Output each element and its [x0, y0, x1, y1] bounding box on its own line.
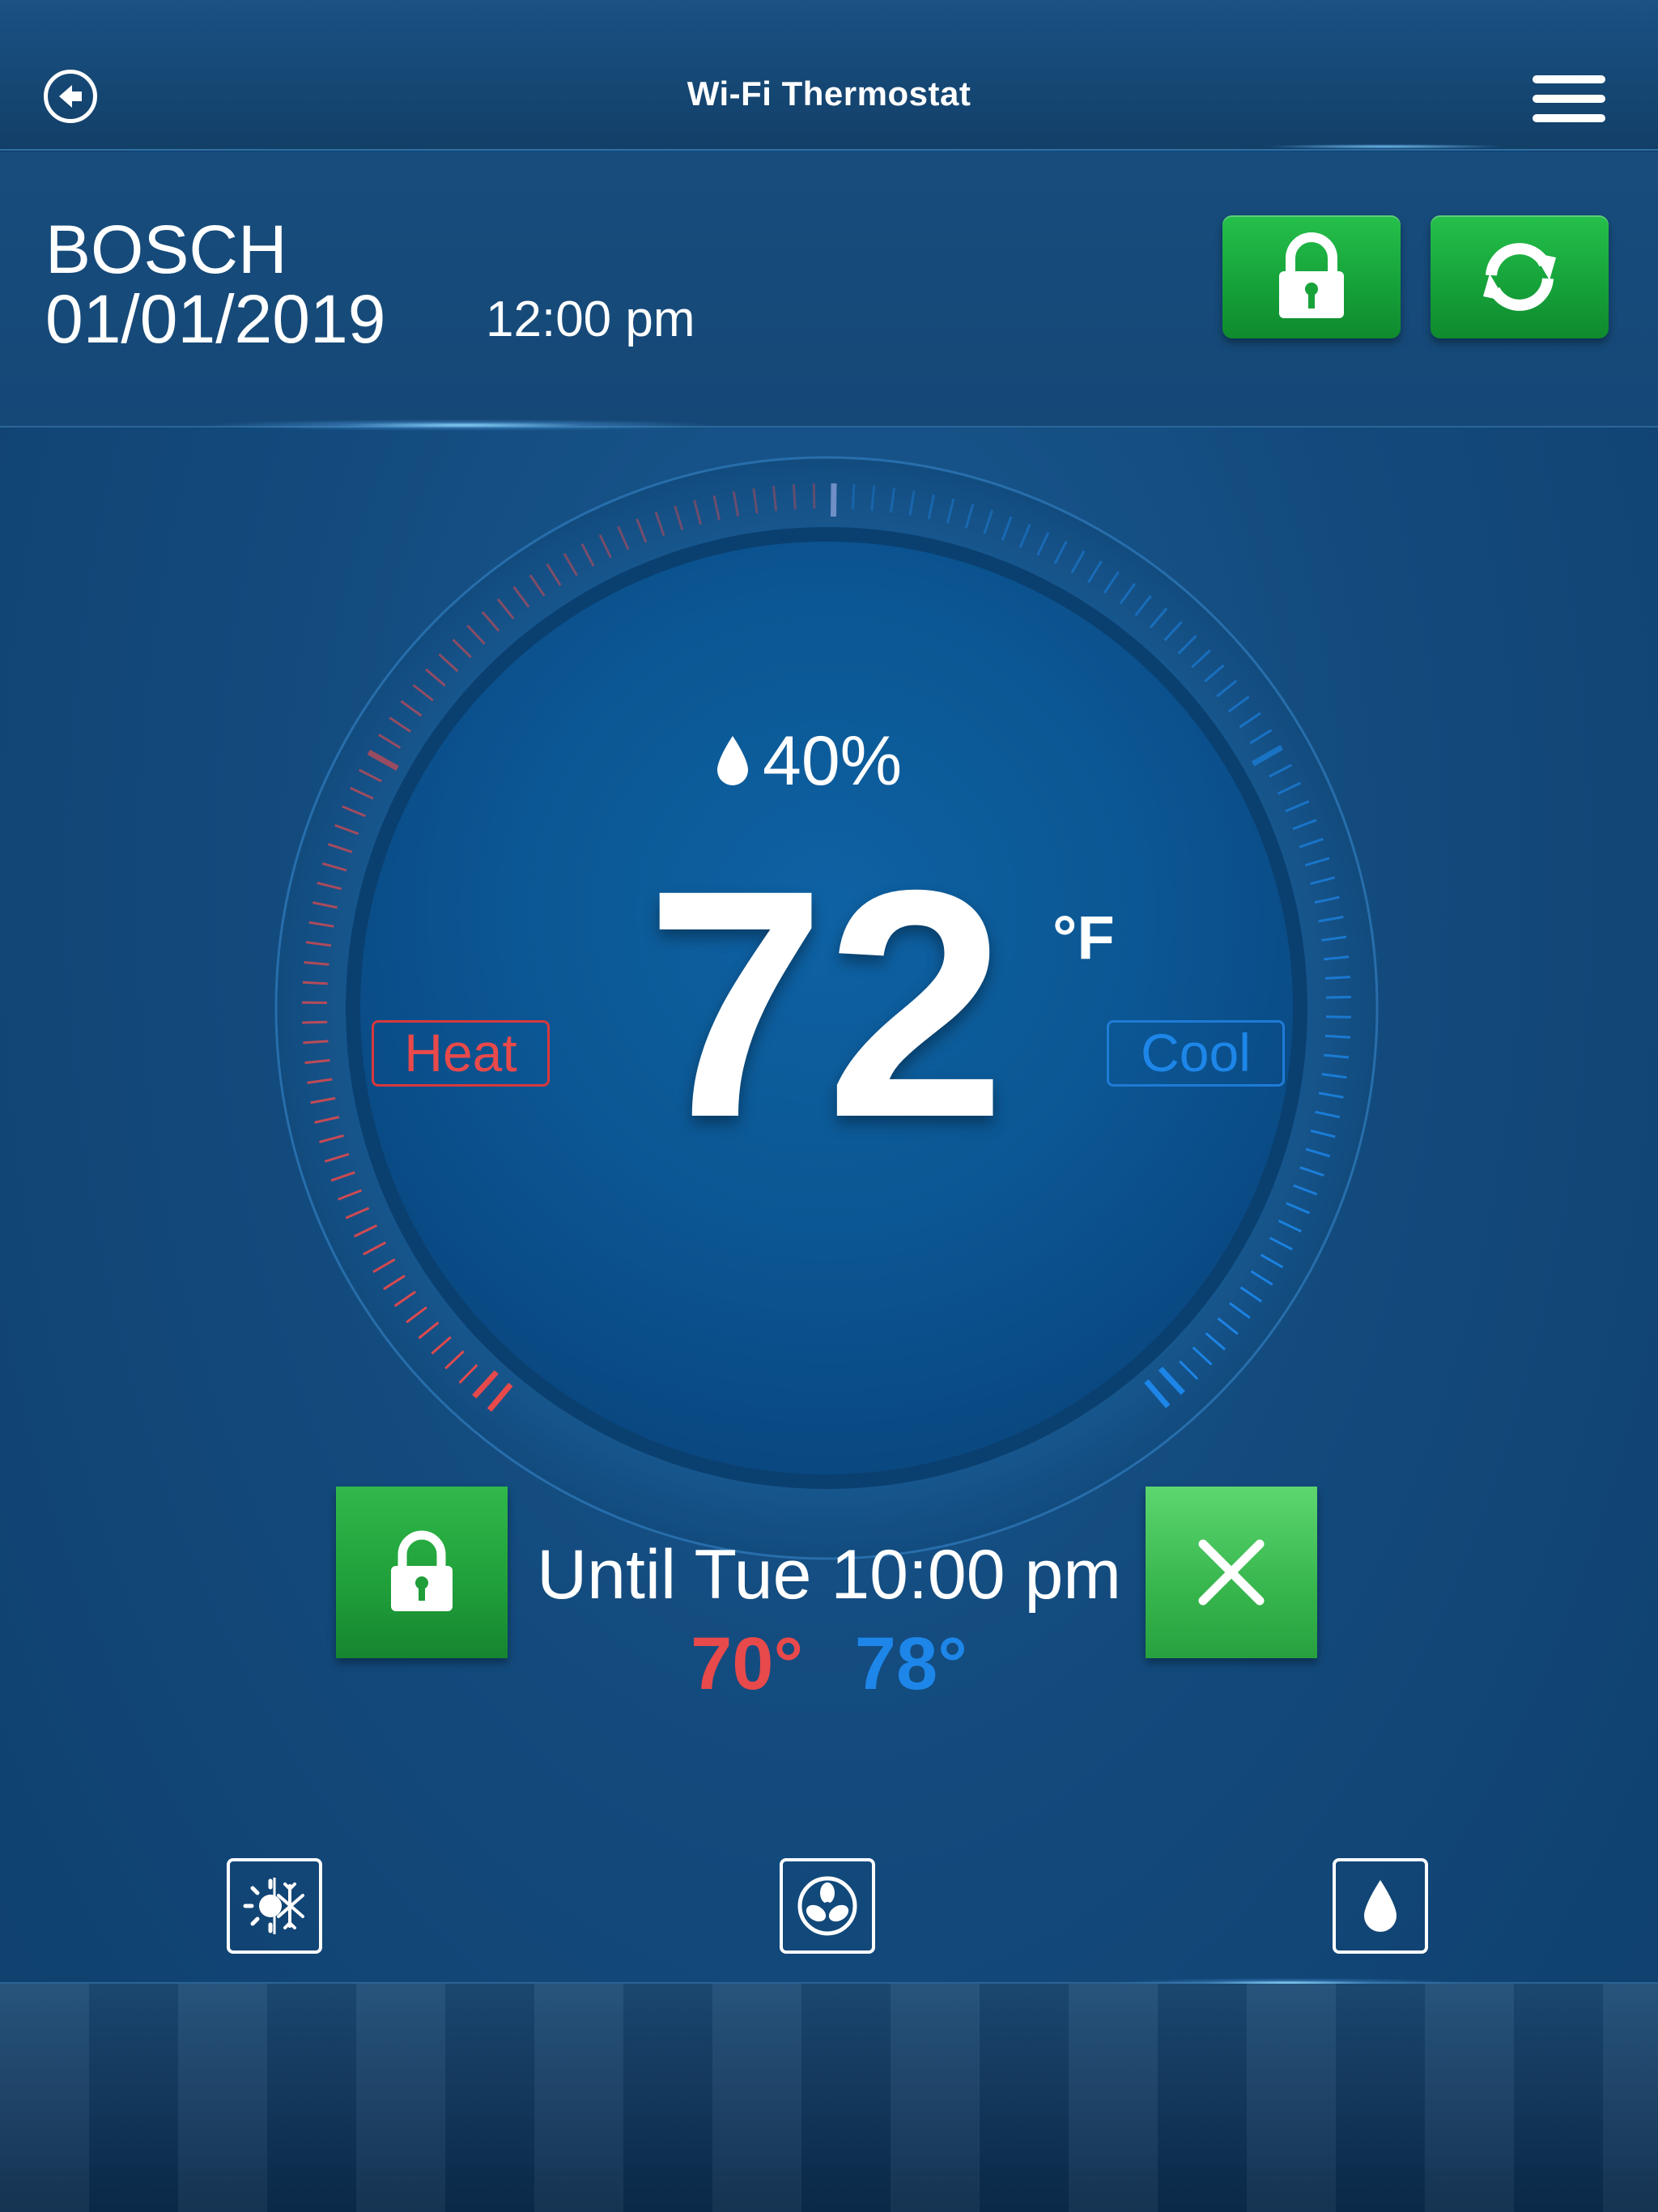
- current-temperature: 72: [645, 823, 1006, 1185]
- cool-setpoint[interactable]: 78°: [855, 1623, 967, 1705]
- heat-setpoint[interactable]: 70°: [691, 1623, 803, 1705]
- cancel-hold-button[interactable]: [1146, 1487, 1317, 1658]
- humidity-readout: 40%: [712, 721, 955, 802]
- dial-tick: [1325, 1015, 1351, 1019]
- dial-tick: [792, 484, 797, 510]
- humidity-button[interactable]: [1333, 1858, 1428, 1954]
- heat-mode-label[interactable]: Heat: [372, 1020, 550, 1087]
- temperature-unit: °F: [1052, 904, 1115, 972]
- system-mode-button[interactable]: [227, 1858, 322, 1954]
- dial-tick: [303, 1040, 329, 1044]
- dial-tick: [1324, 1034, 1351, 1039]
- cool-mode-label[interactable]: Cool: [1107, 1020, 1285, 1087]
- water-drop-icon: [1364, 1880, 1397, 1932]
- close-icon: [1198, 1539, 1265, 1606]
- fan-icon: [797, 1876, 857, 1936]
- dial-tick: [831, 483, 837, 517]
- setpoints: 70° 78°: [0, 1623, 1658, 1704]
- decorative-floor: [0, 1984, 1658, 2212]
- dial-tick: [851, 483, 856, 509]
- heat-cool-mode-icon: [243, 1878, 304, 1934]
- fan-button[interactable]: [780, 1858, 875, 1954]
- water-drop-icon: [717, 736, 748, 785]
- hold-until-text: Until Tue 10:00 pm: [537, 1536, 1121, 1614]
- humidity-value: 40%: [763, 721, 903, 800]
- thermostat-dial[interactable]: [0, 0, 1658, 1619]
- dial-tick: [302, 1020, 328, 1024]
- dial-tick: [1324, 976, 1350, 980]
- dial-tick: [302, 981, 328, 985]
- dial-tick: [1325, 995, 1351, 999]
